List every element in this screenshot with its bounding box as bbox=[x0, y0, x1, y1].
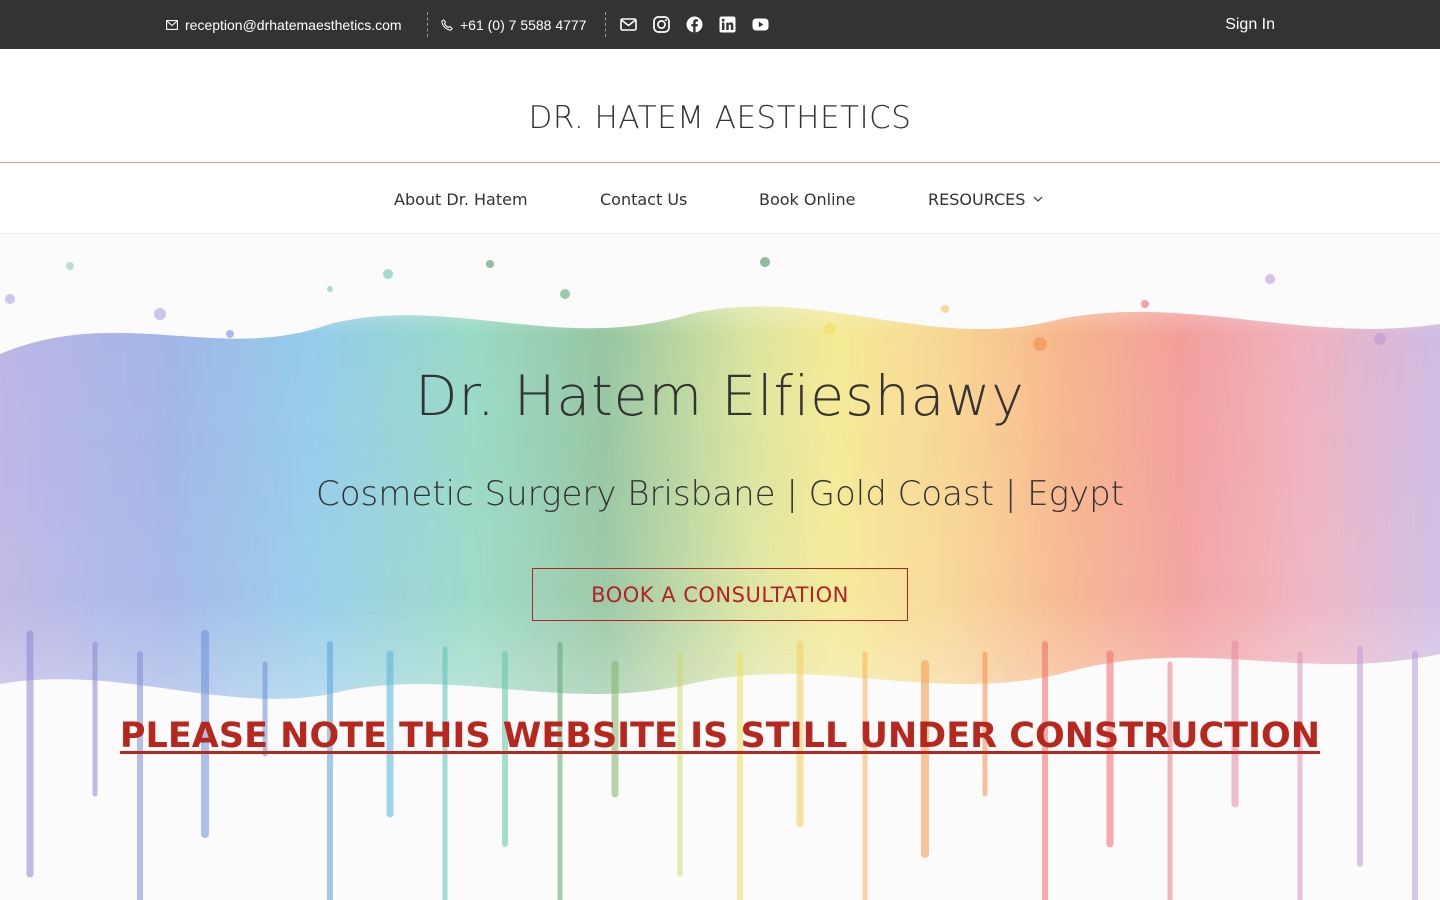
site-title[interactable]: DR. HATEM AESTHETICS bbox=[529, 75, 912, 136]
top-bar: reception@drhatemaesthetics.com +61 (0) … bbox=[0, 0, 1440, 49]
hero-subtitle: Cosmetic Surgery Brisbane | Gold Coast |… bbox=[315, 474, 1125, 514]
phone-icon bbox=[441, 18, 453, 31]
construction-notice[interactable]: PLEASE NOTE THIS WEBSITE IS STILL UNDER … bbox=[0, 716, 1440, 756]
book-consultation-button[interactable]: BOOK A CONSULTATION bbox=[532, 568, 908, 621]
nav-item-label: Book Online bbox=[759, 189, 856, 209]
email-text: reception@drhatemaesthetics.com bbox=[185, 16, 402, 33]
watercolor-background bbox=[0, 257, 1440, 900]
instagram-icon[interactable] bbox=[651, 13, 671, 35]
main-nav: About Dr. Hatem Contact Us Book Online R… bbox=[0, 164, 1440, 234]
hero-section: Dr. Hatem Elfieshawy Cosmetic Surgery Br… bbox=[0, 234, 1440, 900]
email-link[interactable]: reception@drhatemaesthetics.com bbox=[166, 0, 402, 49]
linkedin-icon[interactable] bbox=[717, 13, 737, 35]
divider bbox=[427, 12, 428, 37]
facebook-icon[interactable] bbox=[684, 13, 704, 35]
phone-link[interactable]: +61 (0) 7 5588 4777 bbox=[441, 0, 587, 49]
nav-item-label: Contact Us bbox=[600, 189, 688, 209]
nav-item-resources[interactable]: RESOURCES bbox=[928, 164, 1043, 234]
nav-item-book-online[interactable]: Book Online bbox=[759, 164, 856, 234]
nav-item-label: RESOURCES bbox=[928, 189, 1026, 209]
site-header: DR. HATEM AESTHETICS bbox=[0, 49, 1440, 163]
mail-icon[interactable] bbox=[618, 13, 638, 35]
phone-text: +61 (0) 7 5588 4777 bbox=[460, 16, 587, 33]
nav-item-about[interactable]: About Dr. Hatem bbox=[394, 164, 528, 234]
nav-item-label: About Dr. Hatem bbox=[394, 189, 528, 209]
youtube-icon[interactable] bbox=[750, 13, 770, 35]
hero-heading: Dr. Hatem Elfieshawy bbox=[415, 364, 1025, 428]
envelope-icon bbox=[166, 19, 178, 30]
sign-in-link[interactable]: Sign In bbox=[1225, 0, 1275, 49]
divider bbox=[605, 12, 606, 37]
social-links bbox=[618, 13, 770, 35]
nav-item-contact[interactable]: Contact Us bbox=[600, 164, 687, 234]
chevron-down-icon bbox=[1033, 196, 1043, 202]
